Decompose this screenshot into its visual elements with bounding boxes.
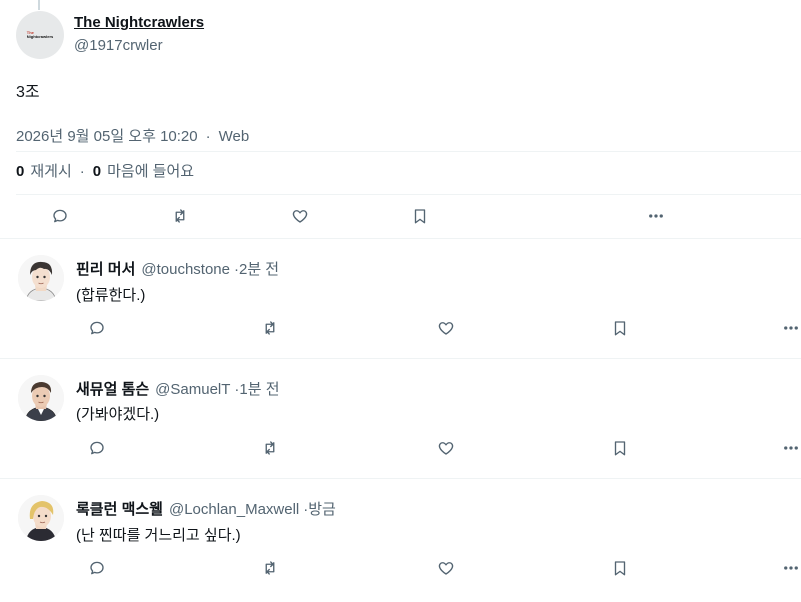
more-icon (784, 446, 798, 450)
retweet-stat[interactable]: 0 재게시 (16, 163, 72, 180)
like-icon (292, 210, 308, 223)
avatar[interactable] (18, 255, 64, 301)
reply-icon (90, 441, 104, 455)
like-button[interactable] (290, 206, 310, 226)
like-button[interactable] (436, 438, 456, 458)
retweet-button[interactable] (260, 318, 280, 338)
more-button[interactable] (646, 206, 666, 226)
like-label: 마음에 들어요 (107, 163, 195, 180)
retweet-button[interactable] (260, 558, 280, 578)
reply-button[interactable] (87, 438, 107, 458)
reply-text: (합류한다.) (76, 287, 146, 304)
like-count: 0 (92, 163, 102, 180)
reply-author-name[interactable]: 핀리 머서 (76, 261, 135, 278)
main-tweet: The Nightcrawlers The Nightcrawlers @1917… (0, 0, 801, 240)
like-stat[interactable]: 0 마음에 들어요 (93, 163, 194, 180)
reply-text: (난 찐따를 거느리고 싶다.) (76, 527, 241, 544)
avatar[interactable] (18, 375, 64, 421)
retweet-icon (175, 209, 185, 223)
reply-header: 록클런 맥스웰 @Lochlan_Maxwell ·방금 (76, 498, 336, 519)
divider (16, 194, 801, 195)
reply-icon (53, 209, 67, 223)
reply-header: 새뮤얼 톰슨 @SamuelT ·1분 전 (76, 378, 280, 399)
stat-separator: · (79, 163, 85, 180)
reply-tweet[interactable]: 핀리 머서 @touchstone ·2분 전 (합류한다.) (0, 239, 801, 359)
reply-header: 핀리 머서 @touchstone ·2분 전 (76, 258, 279, 279)
retweet-icon (265, 441, 275, 455)
reply-tweet[interactable]: 록클런 맥스웰 @Lochlan_Maxwell ·방금 (난 찐따를 거느리고 싶… (0, 479, 801, 599)
more-button[interactable] (781, 558, 801, 578)
reply-icon (90, 321, 104, 335)
more-icon (784, 566, 798, 570)
avatar-portrait (18, 255, 64, 301)
avatar[interactable] (18, 495, 64, 541)
tweet-stats: 0 재게시 · 0 마음에 들어요 (16, 160, 194, 181)
tweet-source: Web (218, 128, 250, 145)
more-icon (784, 326, 798, 330)
retweet-count: 0 (16, 163, 25, 180)
reply-timestamp[interactable]: ·2분 전 (234, 261, 279, 278)
retweet-button[interactable] (170, 206, 190, 226)
bookmark-icon (614, 561, 626, 576)
tweet-date[interactable]: 2026년 9월 05일 오후 10:20 (16, 128, 198, 145)
retweet-button[interactable] (260, 438, 280, 458)
more-icon (649, 214, 663, 218)
retweet-icon (265, 321, 275, 335)
reply-button[interactable] (87, 318, 107, 338)
divider (16, 151, 801, 152)
bookmark-icon (614, 321, 626, 336)
reply-author-handle[interactable]: @SamuelT (155, 381, 230, 398)
like-icon (438, 442, 454, 455)
like-icon (438, 322, 454, 335)
bookmark-icon (414, 209, 426, 224)
reply-text: (가봐야겠다.) (76, 406, 160, 423)
bookmark-button[interactable] (610, 318, 630, 338)
bookmark-button[interactable] (410, 206, 430, 226)
like-icon (438, 562, 454, 575)
tweet-text: 3조 (16, 84, 40, 101)
reply-icon (90, 561, 104, 575)
retweet-label: 재게시 (30, 163, 72, 180)
bookmark-icon (614, 441, 626, 456)
more-button[interactable] (781, 318, 801, 338)
tweet-meta: 2026년 9월 05일 오후 10:20 · Web (16, 125, 249, 146)
reply-tweet[interactable]: 새뮤얼 톰슨 @SamuelT ·1분 전 (가봐야겠다.) (0, 359, 801, 479)
reply-timestamp[interactable]: ·1분 전 (234, 381, 279, 398)
like-button[interactable] (436, 318, 456, 338)
like-button[interactable] (436, 558, 456, 578)
avatar-portrait (18, 495, 64, 541)
reply-author-name[interactable]: 록클런 맥스웰 (76, 501, 163, 518)
reply-author-handle[interactable]: @Lochlan_Maxwell (169, 501, 299, 518)
retweet-icon (265, 561, 275, 575)
reply-button[interactable] (87, 558, 107, 578)
bookmark-button[interactable] (610, 558, 630, 578)
logo: The Nightcrawlers (26, 30, 54, 39)
reply-button[interactable] (50, 206, 70, 226)
more-button[interactable] (781, 438, 801, 458)
meta-separator: · (205, 128, 211, 145)
display-name[interactable]: The Nightcrawlers (74, 14, 204, 31)
reply-author-name[interactable]: 새뮤얼 톰슨 (76, 381, 149, 398)
reply-timestamp[interactable]: ·방금 (303, 501, 336, 518)
bookmark-button[interactable] (610, 438, 630, 458)
avatar[interactable]: The Nightcrawlers (16, 11, 64, 59)
user-handle[interactable]: @1917crwler (74, 37, 163, 54)
reply-author-handle[interactable]: @touchstone (141, 261, 230, 278)
avatar-portrait (18, 375, 64, 421)
